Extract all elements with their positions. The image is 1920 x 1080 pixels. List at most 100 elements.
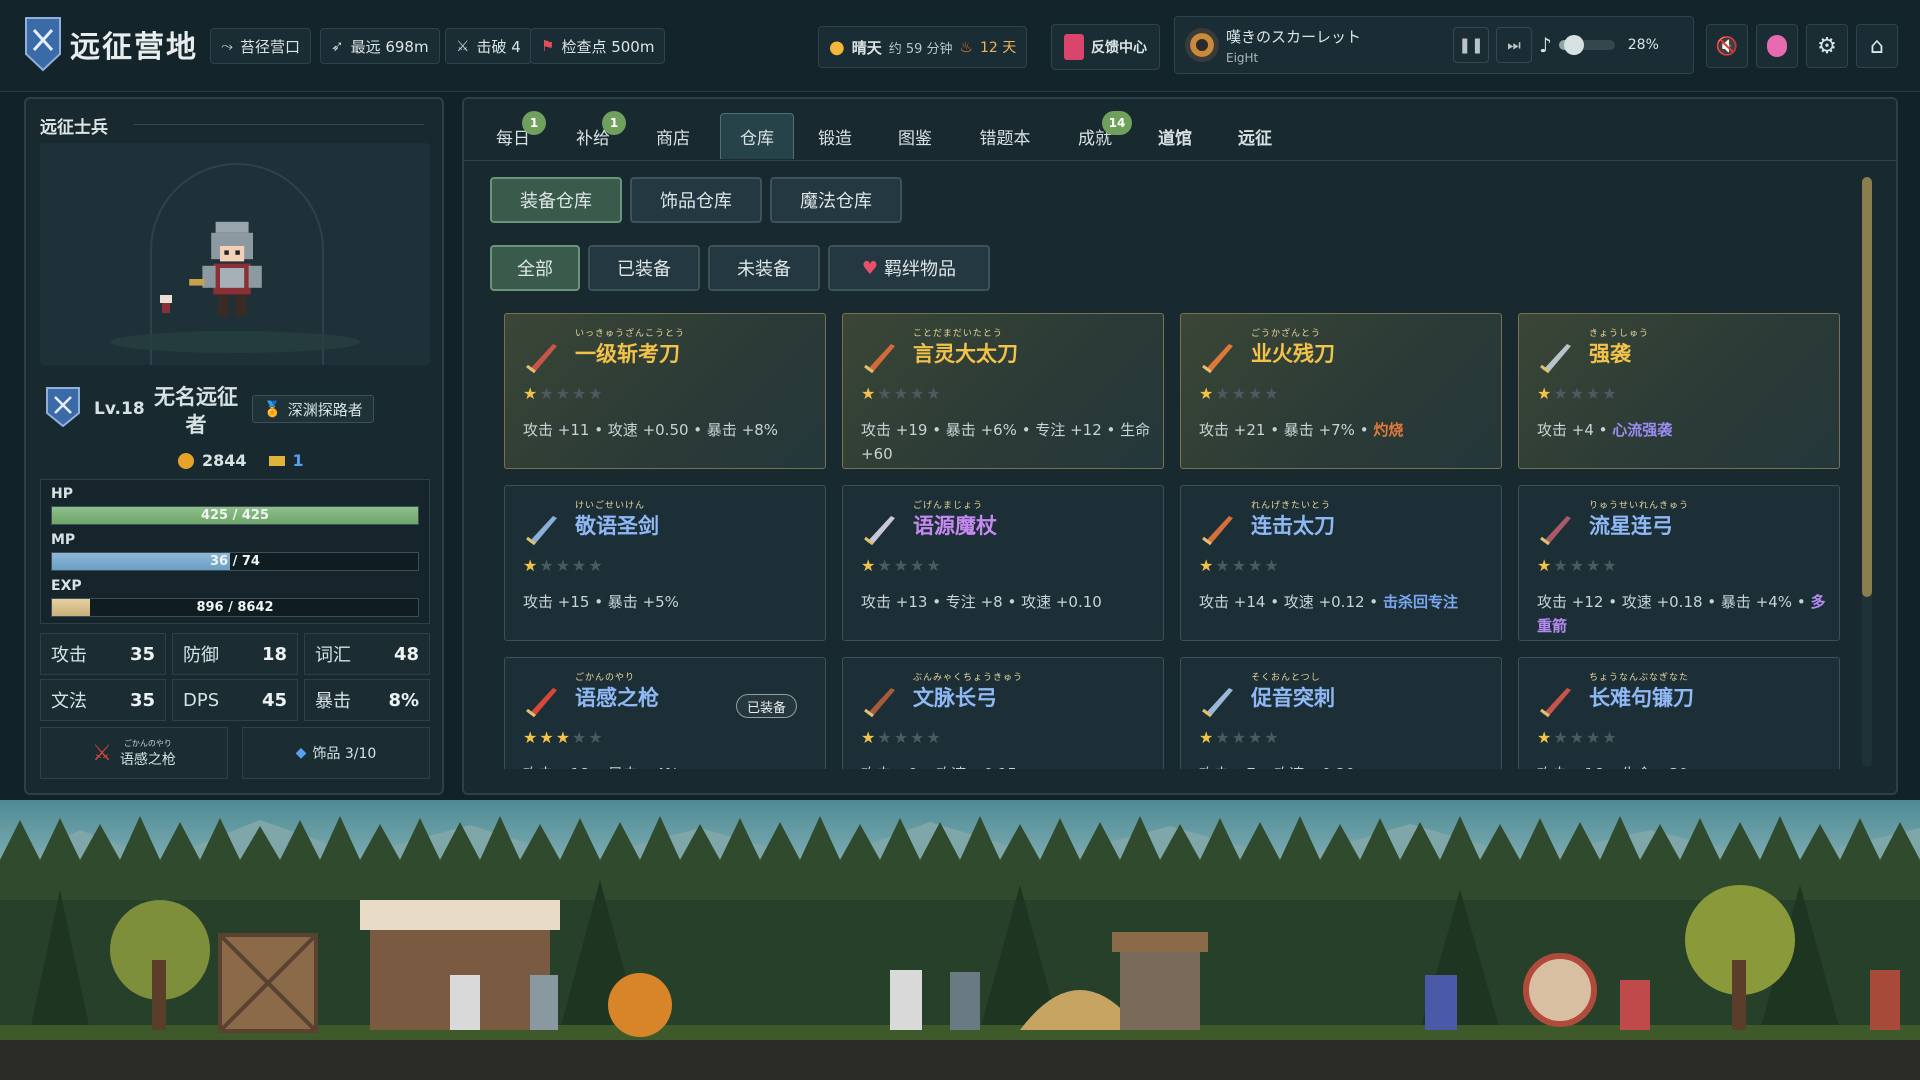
equipped-weapon-slot[interactable]: ⚔ ごかんのやり 语感之枪 bbox=[40, 727, 228, 779]
item-name: 连击太刀 bbox=[1251, 514, 1335, 538]
tab-achievements[interactable]: 成就 14 bbox=[1060, 111, 1132, 159]
tab-supply[interactable]: 补给 1 bbox=[558, 111, 628, 159]
item-desc: 攻击 +16 • 生命 +30 bbox=[1537, 762, 1829, 769]
item-card[interactable]: ぶんみゃくちょうきゅう文脉长弓★★★★★攻击 +9 • 攻速 +0.15 bbox=[842, 657, 1164, 769]
item-card[interactable]: けいごせいけん 敬语圣剑 ★★★★★ 攻击 +15 • 暴击 +5% bbox=[504, 485, 826, 641]
tab-daily-badge: 1 bbox=[522, 111, 546, 135]
scrollbar-thumb[interactable] bbox=[1862, 177, 1872, 597]
diamond-icon: ◆ bbox=[295, 745, 307, 761]
heart-icon: ♥ bbox=[861, 257, 879, 279]
star-empty-icon: ★ bbox=[588, 384, 605, 403]
hp-bar: 425 / 425 bbox=[51, 506, 419, 525]
item-name: 促音突刺 bbox=[1251, 686, 1335, 710]
filter-bond-items[interactable]: ♥ 羁绊物品 bbox=[828, 245, 990, 291]
stat-defense: 防御 18 bbox=[172, 633, 298, 675]
checkpoint-chip: ⚑ 检查点 500m bbox=[530, 28, 666, 64]
special-ability: 心流强袭 bbox=[1612, 421, 1673, 439]
item-card[interactable]: ごうかざんとう 业火残刀 ★★★★★ 攻击 +21 • 暴击 +7% • 灼烧 bbox=[1180, 313, 1502, 469]
tab-codex[interactable]: 图鉴 bbox=[880, 113, 950, 159]
gold-count: 2844 bbox=[202, 451, 247, 470]
star-empty-icon: ★ bbox=[1553, 384, 1570, 403]
home-icon: ⌂ bbox=[1870, 33, 1884, 59]
item-stars: ★★★★★ bbox=[1537, 384, 1619, 403]
kills-chip: ⚔ 击破 4 bbox=[445, 28, 532, 64]
holy-sword-icon bbox=[526, 516, 557, 546]
swords-icon: ⚔ bbox=[456, 37, 470, 55]
storage-tab-equipment[interactable]: 装备仓库 bbox=[490, 177, 622, 223]
tab-storage[interactable]: 仓库 bbox=[720, 113, 794, 159]
music-player: 嘆きのスカーレット EigHt ❚❚ ⏭ ♪ 28% bbox=[1174, 16, 1694, 74]
pause-button[interactable]: ❚❚ bbox=[1453, 27, 1489, 63]
item-card[interactable]: ごかんのやり语感之枪★★★★★攻击 +18 • 暴击 +4%已装备 bbox=[504, 657, 826, 769]
filter-equipped[interactable]: 已装备 bbox=[588, 245, 700, 291]
home-button[interactable]: ⌂ bbox=[1856, 24, 1898, 68]
katana-icon bbox=[1202, 516, 1233, 546]
character-level: Lv.18 bbox=[94, 399, 145, 419]
settings-button[interactable]: ⚙ bbox=[1806, 24, 1848, 68]
item-card[interactable]: きょうしゅう 强袭 ★★★★★ 攻击 +4 • 心流强袭 bbox=[1518, 313, 1840, 469]
item-card[interactable]: ことだまだいたとう 言灵大太刀 ★★★★★ 攻击 +19 • 暴击 +6% • 专注 … bbox=[842, 313, 1164, 469]
item-card[interactable]: りゅうせいれんきゅう 流星连弓 ★★★★★ 攻击 +12 • 攻速 +0.18 • 暴… bbox=[1518, 485, 1840, 641]
item-name: 言灵大太刀 bbox=[913, 342, 1018, 366]
star-empty-icon: ★ bbox=[1248, 384, 1265, 403]
star-empty-icon: ★ bbox=[1264, 556, 1281, 575]
volume-slider[interactable] bbox=[1558, 35, 1615, 55]
tab-gym[interactable]: 道馆 bbox=[1140, 113, 1210, 159]
accessory-slot[interactable]: ◆ 饰品 3/10 bbox=[242, 727, 430, 779]
scythe-icon bbox=[1540, 688, 1571, 718]
star-empty-icon: ★ bbox=[1586, 728, 1603, 747]
mute-button[interactable]: 🔇 bbox=[1706, 24, 1748, 68]
star-empty-icon: ★ bbox=[555, 556, 573, 575]
feedback-button[interactable]: 反馈中心 bbox=[1051, 24, 1160, 70]
tab-expedition[interactable]: 远征 bbox=[1220, 113, 1290, 159]
star-empty-icon: ★ bbox=[910, 556, 927, 575]
brain-button[interactable] bbox=[1756, 24, 1798, 68]
star-empty-icon: ★ bbox=[910, 384, 927, 403]
sword-icon bbox=[526, 344, 557, 374]
item-card[interactable]: れんげきたいとう 连击太刀 ★★★★★ 攻击 +14 • 攻速 +0.12 • 击杀回… bbox=[1180, 485, 1502, 641]
gear-icon: ⚙ bbox=[1817, 33, 1837, 59]
item-card[interactable]: ちょうなんぶなぎなた长难句镰刀★★★★★攻击 +16 • 生命 +30 bbox=[1518, 657, 1840, 769]
mp-bar: 36 / 74 bbox=[51, 552, 419, 571]
spear-icon bbox=[526, 688, 557, 718]
star-filled-icon: ★ bbox=[861, 556, 878, 575]
location-chip: ⤳ 苔径营口 bbox=[210, 28, 312, 64]
star-filled-icon: ★ bbox=[523, 384, 540, 403]
stat-grammar: 文法 35 bbox=[40, 679, 166, 721]
star-filled-icon: ★ bbox=[523, 556, 540, 575]
mp-value: 36 / 74 bbox=[210, 554, 260, 569]
item-name: 强袭 bbox=[1589, 342, 1631, 366]
tab-shop[interactable]: 商店 bbox=[638, 113, 708, 159]
song-title: 嘆きのスカーレット bbox=[1226, 27, 1362, 46]
star-empty-icon: ★ bbox=[1569, 728, 1587, 747]
item-desc: 攻击 +13 • 专注 +8 • 攻速 +0.10 bbox=[861, 593, 1102, 611]
distance-chip: ➶ 最远 698m bbox=[320, 28, 440, 64]
camp-background bbox=[0, 800, 1920, 1080]
item-card[interactable]: そくおんとつし促音突刺★★★★★攻击 +7 • 攻速 +0.20 bbox=[1180, 657, 1502, 769]
next-button[interactable]: ⏭ bbox=[1496, 27, 1532, 63]
item-stars: ★★★★★ bbox=[861, 728, 943, 747]
storage-tab-accessory[interactable]: 饰品仓库 bbox=[630, 177, 762, 223]
star-empty-icon: ★ bbox=[1602, 556, 1619, 575]
star-empty-icon: ★ bbox=[1586, 384, 1603, 403]
scrollbar[interactable] bbox=[1862, 177, 1872, 767]
mute-icon: 🔇 bbox=[1715, 35, 1739, 57]
filter-unequipped[interactable]: 未装备 bbox=[708, 245, 820, 291]
item-name: 语源魔杖 bbox=[913, 514, 997, 538]
special-ability: 击杀回专注 bbox=[1382, 593, 1458, 611]
item-card[interactable]: いっきゅうざんこうとう 一级斩考刀 ★★★★★ 攻击 +11 • 攻速 +0.50 •… bbox=[504, 313, 826, 469]
item-card[interactable]: ごげんまじょう 语源魔杖 ★★★★★ 攻击 +13 • 专注 +8 • 攻速 +0.1… bbox=[842, 485, 1164, 641]
tab-daily[interactable]: 每日 1 bbox=[478, 111, 548, 159]
tab-mistakes[interactable]: 错题本 bbox=[960, 113, 1050, 159]
hp-label: HP bbox=[51, 486, 73, 502]
star-empty-icon: ★ bbox=[893, 728, 911, 747]
character-heading: 远征士兵 bbox=[40, 118, 108, 138]
star-empty-icon: ★ bbox=[1215, 384, 1232, 403]
star-filled-icon: ★ bbox=[539, 728, 556, 747]
status-bars: HP 425 / 425 MP 36 / 74 EXP 896 / 8642 bbox=[40, 479, 430, 624]
item-stars: ★★★★★ bbox=[1537, 728, 1619, 747]
filter-all[interactable]: 全部 bbox=[490, 245, 580, 291]
tab-forge[interactable]: 锻造 bbox=[800, 113, 870, 159]
star-empty-icon: ★ bbox=[910, 728, 927, 747]
storage-tab-magic[interactable]: 魔法仓库 bbox=[770, 177, 902, 223]
